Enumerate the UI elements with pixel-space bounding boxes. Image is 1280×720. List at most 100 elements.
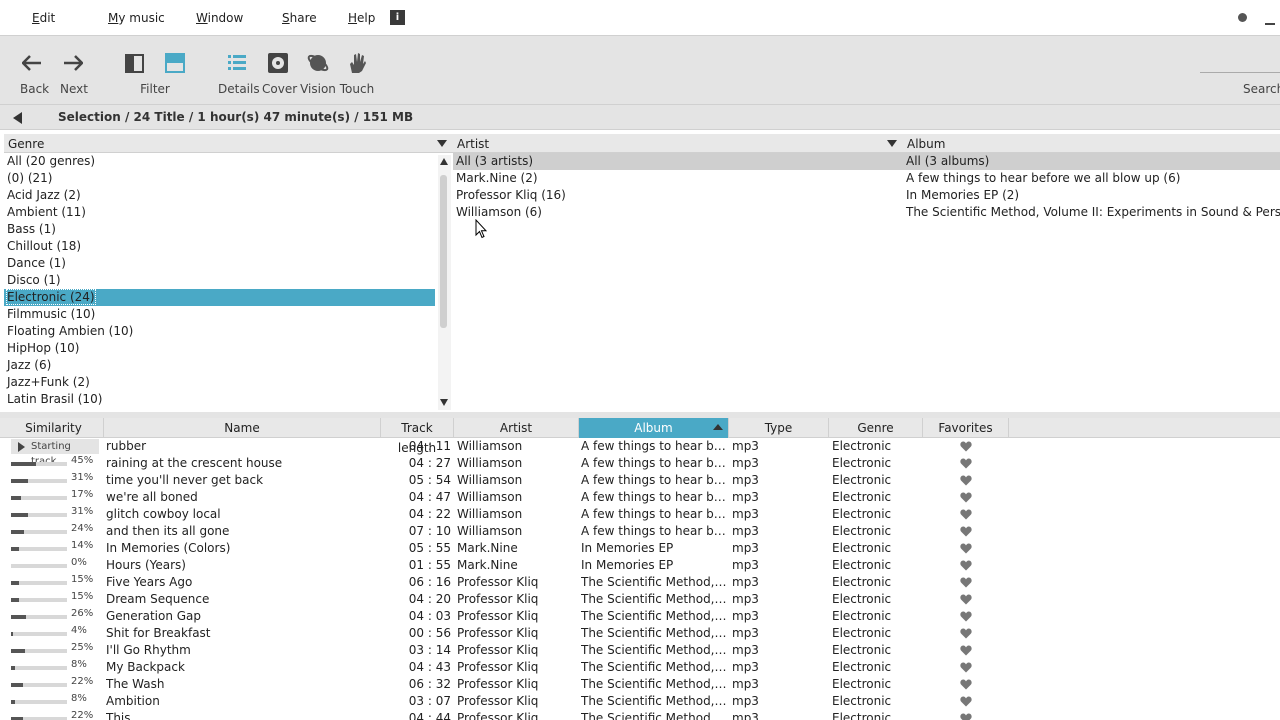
genre-item[interactable]: Jazz+Funk (2)	[4, 374, 435, 391]
table-row[interactable]: 22% The Wash 06 : 32 Professor Kliq The Scie…	[0, 676, 1280, 693]
track-artist: Professor Kliq	[457, 677, 539, 691]
column-header-name[interactable]: Name	[104, 418, 381, 438]
status-dot-icon[interactable]	[1238, 13, 1247, 22]
artist-item[interactable]: All (3 artists)	[453, 153, 903, 170]
table-row[interactable]: 4% Shit for Breakfast 00 : 56 Professor Kli…	[0, 625, 1280, 642]
genre-item[interactable]: Filmmusic (10)	[4, 306, 435, 323]
scroll-down-icon[interactable]	[440, 399, 448, 406]
genre-item[interactable]: HipHop (10)	[4, 340, 435, 357]
favorite-heart-icon[interactable]	[960, 713, 972, 720]
genre-item[interactable]: (0) (21)	[4, 170, 435, 187]
menu-help[interactable]: Help	[348, 11, 375, 25]
vision-button[interactable]: Vision	[300, 50, 336, 96]
genre-item[interactable]: Ambient (11)	[4, 204, 435, 221]
favorite-heart-icon[interactable]	[960, 475, 972, 489]
favorite-heart-icon[interactable]	[960, 611, 972, 625]
album-item[interactable]: All (3 albums)	[903, 153, 1280, 170]
filter-button[interactable]: Filter	[123, 50, 187, 96]
artist-item[interactable]: Mark.Nine (2)	[453, 170, 903, 187]
favorite-heart-icon[interactable]	[960, 645, 972, 659]
genre-item[interactable]: Floating Ambien (10)	[4, 323, 435, 340]
scroll-up-icon[interactable]	[440, 158, 448, 165]
genre-item[interactable]: Electronic (24)	[4, 289, 435, 306]
search-input[interactable]	[1200, 72, 1280, 73]
table-row[interactable]: 8% Ambition 03 : 07 Professor Kliq The Scien…	[0, 693, 1280, 710]
column-header-genre[interactable]: Genre	[829, 418, 923, 438]
artist-header[interactable]: Artist	[453, 134, 903, 153]
table-row[interactable]: 22% This 04 : 44 Professor Kliq The Scientif…	[0, 710, 1280, 720]
column-header-artist[interactable]: Artist	[454, 418, 579, 438]
minimize-icon[interactable]	[1265, 23, 1275, 25]
table-row[interactable]: 31% glitch cowboy local 04 : 22 Williamson A…	[0, 506, 1280, 523]
table-row[interactable]: 0% Hours (Years) 01 : 55 Mark.Nine In Memori…	[0, 557, 1280, 574]
favorite-heart-icon[interactable]	[960, 509, 972, 523]
favorite-heart-icon[interactable]	[960, 662, 972, 676]
table-row[interactable]: 8% My Backpack 04 : 43 Professor Kliq The Sc…	[0, 659, 1280, 676]
favorite-heart-icon[interactable]	[960, 458, 972, 472]
column-header-type[interactable]: Type	[729, 418, 829, 438]
table-row[interactable]: 14% In Memories (Colors) 05 : 55 Mark.Nine I…	[0, 540, 1280, 557]
touch-button[interactable]: Touch	[339, 50, 375, 96]
table-row[interactable]: 31% time you'll never get back 05 : 54 Will…	[0, 472, 1280, 489]
table-row[interactable]: Starting track rubber 04 : 11 Williamson A f…	[0, 438, 1280, 467]
favorite-heart-icon[interactable]	[960, 628, 972, 642]
chevron-down-icon[interactable]	[887, 140, 897, 147]
table-row[interactable]: 15% Dream Sequence 04 : 20 Professor Kliq Th…	[0, 591, 1280, 608]
column-header-favorites[interactable]: Favorites	[923, 418, 1009, 438]
column-header-similarity[interactable]: Similarity	[4, 418, 104, 438]
favorite-heart-icon[interactable]	[960, 492, 972, 506]
sort-ascending-icon[interactable]	[713, 424, 723, 430]
similarity-bar-fill	[11, 513, 29, 517]
genre-item[interactable]: Jazz (6)	[4, 357, 435, 374]
favorite-heart-icon[interactable]	[960, 441, 972, 455]
track-length: 04 : 20	[408, 592, 451, 606]
genre-header[interactable]: Genre	[4, 134, 453, 153]
artist-item[interactable]: Professor Kliq (16)	[453, 187, 903, 204]
breadcrumb-back-icon[interactable]	[13, 112, 22, 124]
back-button[interactable]: Back	[20, 50, 49, 96]
album-item[interactable]: The Scientific Method, Volume II: Experi…	[903, 204, 1280, 221]
genre-item[interactable]: Bass (1)	[4, 221, 435, 238]
menu-edit[interactable]: Edit	[32, 11, 55, 25]
starting-track-button[interactable]: Starting track	[11, 439, 99, 467]
track-artist: Williamson	[457, 524, 523, 538]
details-button[interactable]: Details	[218, 50, 260, 96]
genre-scrollbar[interactable]	[438, 155, 451, 410]
next-button[interactable]: Next	[60, 50, 88, 96]
table-row[interactable]: 26% Generation Gap 04 : 03 Professor Kliq Th…	[0, 608, 1280, 625]
scroll-thumb[interactable]	[440, 175, 447, 328]
column-header-album[interactable]: Album	[579, 418, 729, 438]
genre-item[interactable]: Chillout (18)	[4, 238, 435, 255]
favorite-heart-icon[interactable]	[960, 543, 972, 557]
album-item[interactable]: A few things to hear before we all blow …	[903, 170, 1280, 187]
info-icon[interactable]: i	[390, 10, 405, 25]
favorite-heart-icon[interactable]	[960, 679, 972, 693]
favorite-heart-icon[interactable]	[960, 696, 972, 710]
genre-item[interactable]: Acid Jazz (2)	[4, 187, 435, 204]
album-item[interactable]: In Memories EP (2)	[903, 187, 1280, 204]
table-row[interactable]: 25% I'll Go Rhythm 03 : 14 Professor Kliq Th…	[0, 642, 1280, 659]
chevron-down-icon[interactable]	[437, 140, 447, 147]
favorite-heart-icon[interactable]	[960, 577, 972, 591]
column-header-track-length[interactable]: Track length	[381, 418, 454, 455]
favorite-heart-icon[interactable]	[960, 560, 972, 574]
menu-share[interactable]: Share	[282, 11, 317, 25]
table-row[interactable]: 45% raining at the crescent house 04 : 27 W…	[0, 455, 1280, 472]
genre-item[interactable]: Dance (1)	[4, 255, 435, 272]
favorite-heart-icon[interactable]	[960, 526, 972, 540]
genre-item[interactable]: Disco (1)	[4, 272, 435, 289]
album-header[interactable]: Album	[903, 134, 1280, 153]
genre-item[interactable]: Latin Brasil (10)	[4, 391, 435, 408]
table-row[interactable]: 15% Five Years Ago 06 : 16 Professor Kliq Th…	[0, 574, 1280, 591]
track-genre: Electronic	[832, 507, 892, 521]
favorite-heart-icon[interactable]	[960, 594, 972, 608]
table-row[interactable]: 17% we're all boned 04 : 47 Williamson A few…	[0, 489, 1280, 506]
similarity-bar	[11, 530, 67, 534]
artist-item[interactable]: Williamson (6)	[453, 204, 903, 221]
table-row[interactable]: 24% and then its all gone 07 : 10 Williamso…	[0, 523, 1280, 540]
genre-item[interactable]: All (20 genres)	[4, 153, 435, 170]
menu-window[interactable]: Window	[196, 11, 243, 25]
track-album: The Scientific Method, V...	[581, 643, 727, 657]
cover-button[interactable]: Cover	[262, 50, 297, 96]
menu-my-music[interactable]: My music	[108, 11, 165, 25]
